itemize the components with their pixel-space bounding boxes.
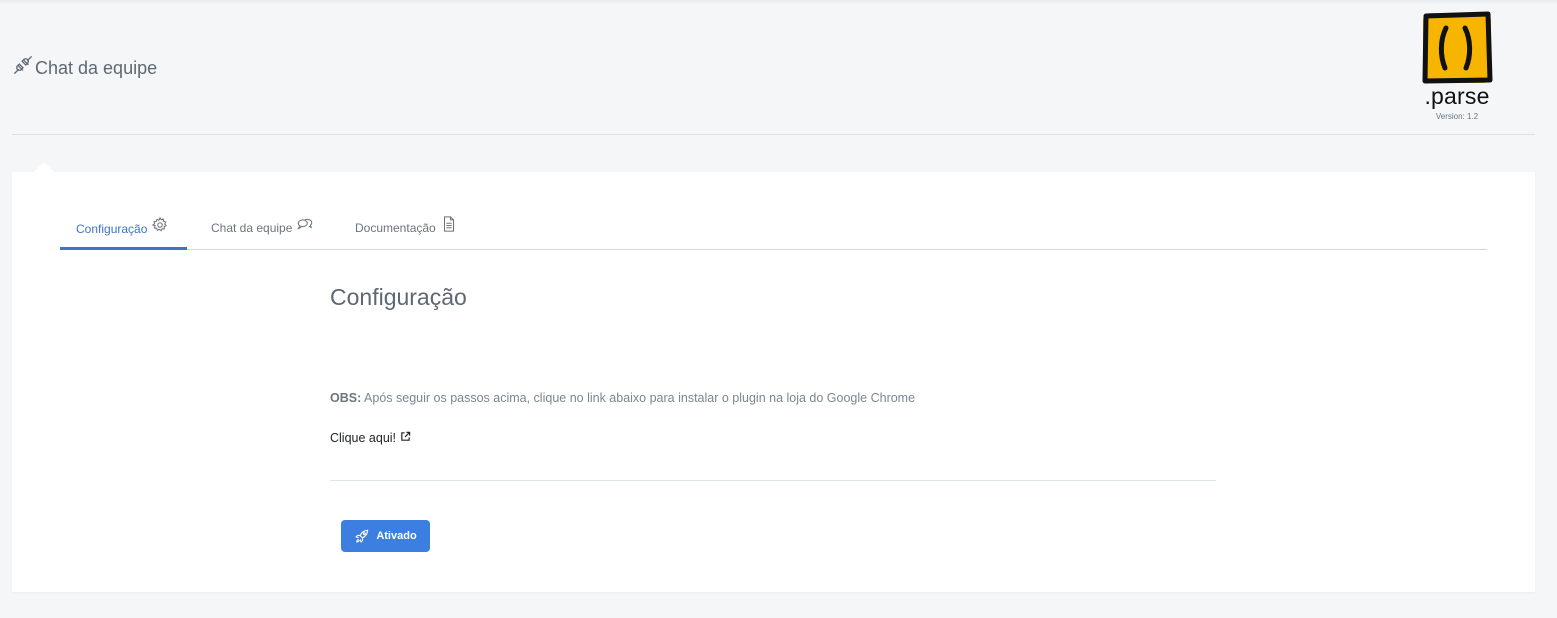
app-title-text: Chat da equipe [35, 58, 158, 78]
brand-logo: .parse Version: 1.2 [1415, 10, 1499, 121]
section-title: Configuração [330, 284, 467, 310]
link-label: Clique aqui! [330, 431, 397, 445]
ativado-button-label: Ativado [376, 530, 417, 542]
install-note: OBS: Após seguir os passos acima, clique… [330, 391, 915, 405]
tab-bar: Configuração Chat da equipe Documentação [60, 207, 1487, 250]
app-header: Chat da equipe .parse Version: 1.2 [12, 0, 1535, 135]
app-title: Chat da equipe [12, 55, 158, 79]
tab-documentacao[interactable]: Documentação [333, 207, 483, 249]
logo-text: .parse [1424, 83, 1490, 109]
note-text: Após seguir os passos acima, clique no l… [361, 391, 916, 405]
ativado-button[interactable]: Ativado [341, 520, 430, 552]
divider [330, 480, 1216, 481]
config-panel: Configuração OBS: Após seguir os passos … [330, 272, 1216, 552]
card-caret [34, 162, 54, 172]
rocket-icon [355, 529, 369, 543]
tab-label: Chat da equipe [211, 221, 293, 235]
tab-chat-da-equipe[interactable]: Chat da equipe [187, 207, 333, 249]
parse-logo-icon [1422, 11, 1493, 84]
note-prefix: OBS: [330, 391, 362, 405]
main-card: Configuração Chat da equipe Documentação… [12, 172, 1535, 592]
tab-label: Documentação [355, 221, 436, 235]
tab-configuracao[interactable]: Configuração [60, 207, 187, 250]
version-label: Version: 1.2 [1435, 112, 1479, 121]
external-link-icon [401, 431, 411, 441]
tab-label: Configuração [76, 221, 148, 236]
install-plugin-link[interactable]: Clique aqui! [330, 431, 411, 445]
plug-icon [14, 55, 32, 74]
gear-icon [152, 216, 168, 231]
document-icon [443, 216, 454, 232]
chat-bubbles-icon [297, 218, 313, 230]
